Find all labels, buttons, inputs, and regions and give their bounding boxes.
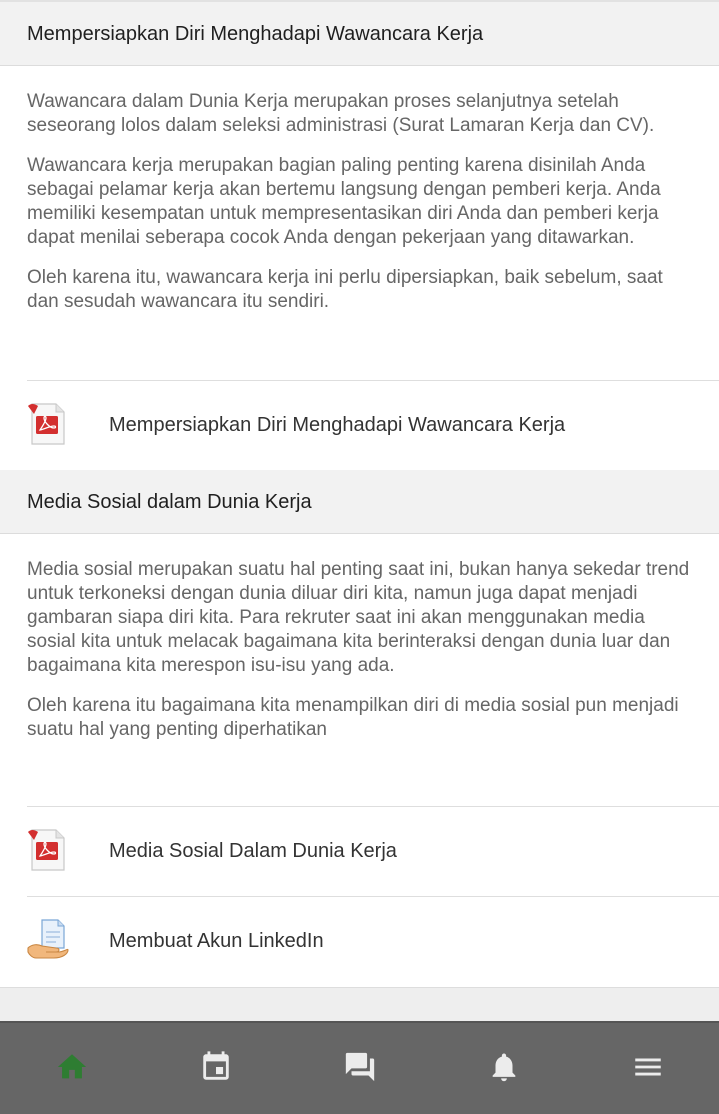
summary-paragraph: Media sosial merupakan suatu hal penting…: [27, 559, 690, 676]
summary-paragraph: Wawancara dalam Dunia Kerja merupakan pr…: [27, 91, 655, 136]
nav-notifications-button[interactable]: [432, 1023, 575, 1114]
bell-icon: [487, 1050, 521, 1089]
activity-label: Media Sosial Dalam Dunia Kerja: [109, 840, 397, 862]
menu-icon: [631, 1050, 665, 1089]
nav-menu-button[interactable]: [576, 1023, 719, 1114]
activity-resource-media-sosial[interactable]: Media Sosial Dalam Dunia Kerja: [0, 806, 719, 896]
pdf-icon: [26, 828, 70, 872]
messages-icon: [343, 1050, 377, 1089]
section-header-wawancara[interactable]: Mempersiapkan Diri Menghadapi Wawancara …: [0, 2, 719, 66]
summary-paragraph: Oleh karena itu, wawancara kerja ini per…: [27, 267, 663, 312]
nav-messages-button[interactable]: [288, 1023, 431, 1114]
calendar-icon: [199, 1050, 233, 1089]
activity-label: Mempersiapkan Diri Menghadapi Wawancara …: [109, 414, 566, 436]
activity-label: Membuat Akun LinkedIn: [109, 930, 324, 952]
nav-home-button[interactable]: [0, 1023, 143, 1114]
activity-assignment-linkedin[interactable]: Membuat Akun LinkedIn: [0, 896, 719, 986]
section-summary-media-sosial: Media sosial merupakan suatu hal penting…: [27, 558, 697, 758]
summary-paragraph: Oleh karena itu bagaimana kita menampilk…: [27, 695, 679, 740]
assignment-hand-icon: [26, 918, 70, 962]
page-footer-spacer: [0, 987, 719, 1021]
home-icon: [55, 1050, 89, 1089]
pdf-icon: [26, 402, 70, 446]
section-title: Media Sosial dalam Dunia Kerja: [27, 491, 312, 513]
section-header-media-sosial[interactable]: Media Sosial dalam Dunia Kerja: [0, 470, 719, 534]
summary-paragraph: Wawancara kerja merupakan bagian paling …: [27, 155, 661, 248]
activity-resource-wawancara[interactable]: Mempersiapkan Diri Menghadapi Wawancara …: [0, 380, 719, 470]
bottom-navigation-bar: [0, 1021, 719, 1114]
nav-calendar-button[interactable]: [144, 1023, 287, 1114]
course-page: Mempersiapkan Diri Menghadapi Wawancara …: [0, 0, 719, 1114]
section-summary-wawancara: Wawancara dalam Dunia Kerja merupakan pr…: [27, 90, 697, 330]
section-title: Mempersiapkan Diri Menghadapi Wawancara …: [27, 23, 484, 45]
